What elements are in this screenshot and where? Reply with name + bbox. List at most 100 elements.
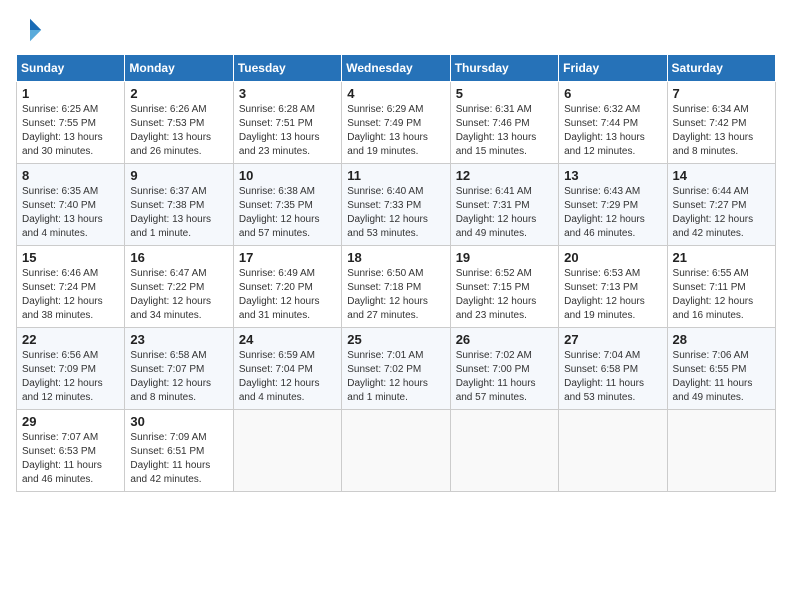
logo bbox=[16, 16, 48, 44]
cell-details: Sunrise: 6:34 AMSunset: 7:42 PMDaylight:… bbox=[673, 103, 770, 159]
cell-details: Sunrise: 6:37 AMSunset: 7:38 PMDaylight:… bbox=[130, 185, 227, 241]
cell-details: Sunrise: 6:52 AMSunset: 7:15 PMDaylight:… bbox=[456, 267, 553, 323]
day-number: 23 bbox=[130, 332, 227, 347]
cell-details: Sunrise: 6:38 AMSunset: 7:35 PMDaylight:… bbox=[239, 185, 336, 241]
calendar-cell: 28 Sunrise: 7:06 AMSunset: 6:55 PMDayligh… bbox=[667, 328, 775, 410]
calendar-cell: 22 Sunrise: 6:56 AMSunset: 7:09 PMDayligh… bbox=[17, 328, 125, 410]
cell-details: Sunrise: 6:32 AMSunset: 7:44 PMDaylight:… bbox=[564, 103, 661, 159]
calendar-cell: 25 Sunrise: 7:01 AMSunset: 7:02 PMDayligh… bbox=[342, 328, 450, 410]
calendar-cell: 20 Sunrise: 6:53 AMSunset: 7:13 PMDayligh… bbox=[559, 246, 667, 328]
calendar-cell bbox=[667, 410, 775, 492]
cell-details: Sunrise: 6:35 AMSunset: 7:40 PMDaylight:… bbox=[22, 185, 119, 241]
calendar-cell: 16 Sunrise: 6:47 AMSunset: 7:22 PMDayligh… bbox=[125, 246, 233, 328]
cell-details: Sunrise: 6:44 AMSunset: 7:27 PMDaylight:… bbox=[673, 185, 770, 241]
cell-details: Sunrise: 6:59 AMSunset: 7:04 PMDaylight:… bbox=[239, 349, 336, 405]
calendar-cell: 10 Sunrise: 6:38 AMSunset: 7:35 PMDayligh… bbox=[233, 164, 341, 246]
calendar-cell: 4Sunrise: 6:29 AMSunset: 7:49 PMDaylight… bbox=[342, 82, 450, 164]
calendar-table: SundayMondayTuesdayWednesdayThursdayFrid… bbox=[16, 54, 776, 492]
cell-details: Sunrise: 6:58 AMSunset: 7:07 PMDaylight:… bbox=[130, 349, 227, 405]
day-number: 22 bbox=[22, 332, 119, 347]
day-header-sunday: Sunday bbox=[17, 55, 125, 82]
calendar-cell: 18 Sunrise: 6:50 AMSunset: 7:18 PMDayligh… bbox=[342, 246, 450, 328]
cell-details: Sunrise: 7:01 AMSunset: 7:02 PMDaylight:… bbox=[347, 349, 444, 405]
calendar-cell: 12Sunrise: 6:41 AMSunset: 7:31 PMDayligh… bbox=[450, 164, 558, 246]
cell-details: Sunrise: 6:55 AMSunset: 7:11 PMDaylight:… bbox=[673, 267, 770, 323]
calendar-cell: 19 Sunrise: 6:52 AMSunset: 7:15 PMDayligh… bbox=[450, 246, 558, 328]
cell-details: Sunrise: 6:50 AMSunset: 7:18 PMDaylight:… bbox=[347, 267, 444, 323]
cell-details: Sunrise: 6:28 AMSunset: 7:51 PMDaylight:… bbox=[239, 103, 336, 159]
day-number: 27 bbox=[564, 332, 661, 347]
calendar-cell: 17Sunrise: 6:49 AMSunset: 7:20 PMDayligh… bbox=[233, 246, 341, 328]
calendar-cell: 23 Sunrise: 6:58 AMSunset: 7:07 PMDayligh… bbox=[125, 328, 233, 410]
calendar-cell: 29 Sunrise: 7:07 AMSunset: 6:53 PMDayligh… bbox=[17, 410, 125, 492]
day-header-tuesday: Tuesday bbox=[233, 55, 341, 82]
calendar-week-5: 29 Sunrise: 7:07 AMSunset: 6:53 PMDayligh… bbox=[17, 410, 776, 492]
day-number: 11 bbox=[347, 168, 444, 183]
day-number: 18 bbox=[347, 250, 444, 265]
cell-details: Sunrise: 6:56 AMSunset: 7:09 PMDaylight:… bbox=[22, 349, 119, 405]
calendar-week-1: 1Sunrise: 6:25 AMSunset: 7:55 PMDaylight… bbox=[17, 82, 776, 164]
day-number: 19 bbox=[456, 250, 553, 265]
day-number: 24 bbox=[239, 332, 336, 347]
calendar-cell: 8 Sunrise: 6:35 AMSunset: 7:40 PMDaylight… bbox=[17, 164, 125, 246]
day-number: 20 bbox=[564, 250, 661, 265]
cell-details: Sunrise: 6:40 AMSunset: 7:33 PMDaylight:… bbox=[347, 185, 444, 241]
day-number: 30 bbox=[130, 414, 227, 429]
calendar-week-4: 22 Sunrise: 6:56 AMSunset: 7:09 PMDayligh… bbox=[17, 328, 776, 410]
cell-details: Sunrise: 7:06 AMSunset: 6:55 PMDaylight:… bbox=[673, 349, 770, 405]
day-number: 17 bbox=[239, 250, 336, 265]
cell-details: Sunrise: 6:46 AMSunset: 7:24 PMDaylight:… bbox=[22, 267, 119, 323]
page-header bbox=[16, 16, 776, 44]
day-number: 29 bbox=[22, 414, 119, 429]
calendar-cell: 7Sunrise: 6:34 AMSunset: 7:42 PMDaylight… bbox=[667, 82, 775, 164]
cell-details: Sunrise: 6:53 AMSunset: 7:13 PMDaylight:… bbox=[564, 267, 661, 323]
day-number: 26 bbox=[456, 332, 553, 347]
calendar-cell bbox=[233, 410, 341, 492]
calendar-cell: 13 Sunrise: 6:43 AMSunset: 7:29 PMDayligh… bbox=[559, 164, 667, 246]
calendar-cell: 11 Sunrise: 6:40 AMSunset: 7:33 PMDayligh… bbox=[342, 164, 450, 246]
cell-details: Sunrise: 7:02 AMSunset: 7:00 PMDaylight:… bbox=[456, 349, 553, 405]
cell-details: Sunrise: 6:41 AMSunset: 7:31 PMDaylight:… bbox=[456, 185, 553, 241]
calendar-cell: 21 Sunrise: 6:55 AMSunset: 7:11 PMDayligh… bbox=[667, 246, 775, 328]
day-number: 28 bbox=[673, 332, 770, 347]
day-header-wednesday: Wednesday bbox=[342, 55, 450, 82]
day-header-saturday: Saturday bbox=[667, 55, 775, 82]
calendar-cell: 24 Sunrise: 6:59 AMSunset: 7:04 PMDayligh… bbox=[233, 328, 341, 410]
cell-details: Sunrise: 6:47 AMSunset: 7:22 PMDaylight:… bbox=[130, 267, 227, 323]
day-header-friday: Friday bbox=[559, 55, 667, 82]
day-number: 14 bbox=[673, 168, 770, 183]
day-number: 6 bbox=[564, 86, 661, 101]
calendar-cell: 30 Sunrise: 7:09 AMSunset: 6:51 PMDayligh… bbox=[125, 410, 233, 492]
calendar-cell: 27Sunrise: 7:04 AMSunset: 6:58 PMDayligh… bbox=[559, 328, 667, 410]
day-number: 16 bbox=[130, 250, 227, 265]
day-header-thursday: Thursday bbox=[450, 55, 558, 82]
cell-details: Sunrise: 6:29 AMSunset: 7:49 PMDaylight:… bbox=[347, 103, 444, 159]
calendar-cell: 9 Sunrise: 6:37 AMSunset: 7:38 PMDaylight… bbox=[125, 164, 233, 246]
calendar-week-2: 8 Sunrise: 6:35 AMSunset: 7:40 PMDaylight… bbox=[17, 164, 776, 246]
calendar-header-row: SundayMondayTuesdayWednesdayThursdayFrid… bbox=[17, 55, 776, 82]
calendar-cell bbox=[559, 410, 667, 492]
logo-icon bbox=[16, 16, 44, 44]
day-number: 25 bbox=[347, 332, 444, 347]
day-number: 8 bbox=[22, 168, 119, 183]
calendar-cell: 5 Sunrise: 6:31 AMSunset: 7:46 PMDaylight… bbox=[450, 82, 558, 164]
calendar-cell: 1Sunrise: 6:25 AMSunset: 7:55 PMDaylight… bbox=[17, 82, 125, 164]
day-number: 13 bbox=[564, 168, 661, 183]
day-number: 3 bbox=[239, 86, 336, 101]
cell-details: Sunrise: 7:09 AMSunset: 6:51 PMDaylight:… bbox=[130, 431, 227, 487]
day-number: 9 bbox=[130, 168, 227, 183]
day-number: 1 bbox=[22, 86, 119, 101]
day-number: 10 bbox=[239, 168, 336, 183]
calendar-cell: 3 Sunrise: 6:28 AMSunset: 7:51 PMDaylight… bbox=[233, 82, 341, 164]
cell-details: Sunrise: 6:31 AMSunset: 7:46 PMDaylight:… bbox=[456, 103, 553, 159]
day-header-monday: Monday bbox=[125, 55, 233, 82]
cell-details: Sunrise: 7:07 AMSunset: 6:53 PMDaylight:… bbox=[22, 431, 119, 487]
day-number: 15 bbox=[22, 250, 119, 265]
day-number: 5 bbox=[456, 86, 553, 101]
day-number: 2 bbox=[130, 86, 227, 101]
day-number: 21 bbox=[673, 250, 770, 265]
calendar-cell bbox=[450, 410, 558, 492]
cell-details: Sunrise: 6:43 AMSunset: 7:29 PMDaylight:… bbox=[564, 185, 661, 241]
calendar-cell: 15 Sunrise: 6:46 AMSunset: 7:24 PMDayligh… bbox=[17, 246, 125, 328]
calendar-cell: 26 Sunrise: 7:02 AMSunset: 7:00 PMDayligh… bbox=[450, 328, 558, 410]
